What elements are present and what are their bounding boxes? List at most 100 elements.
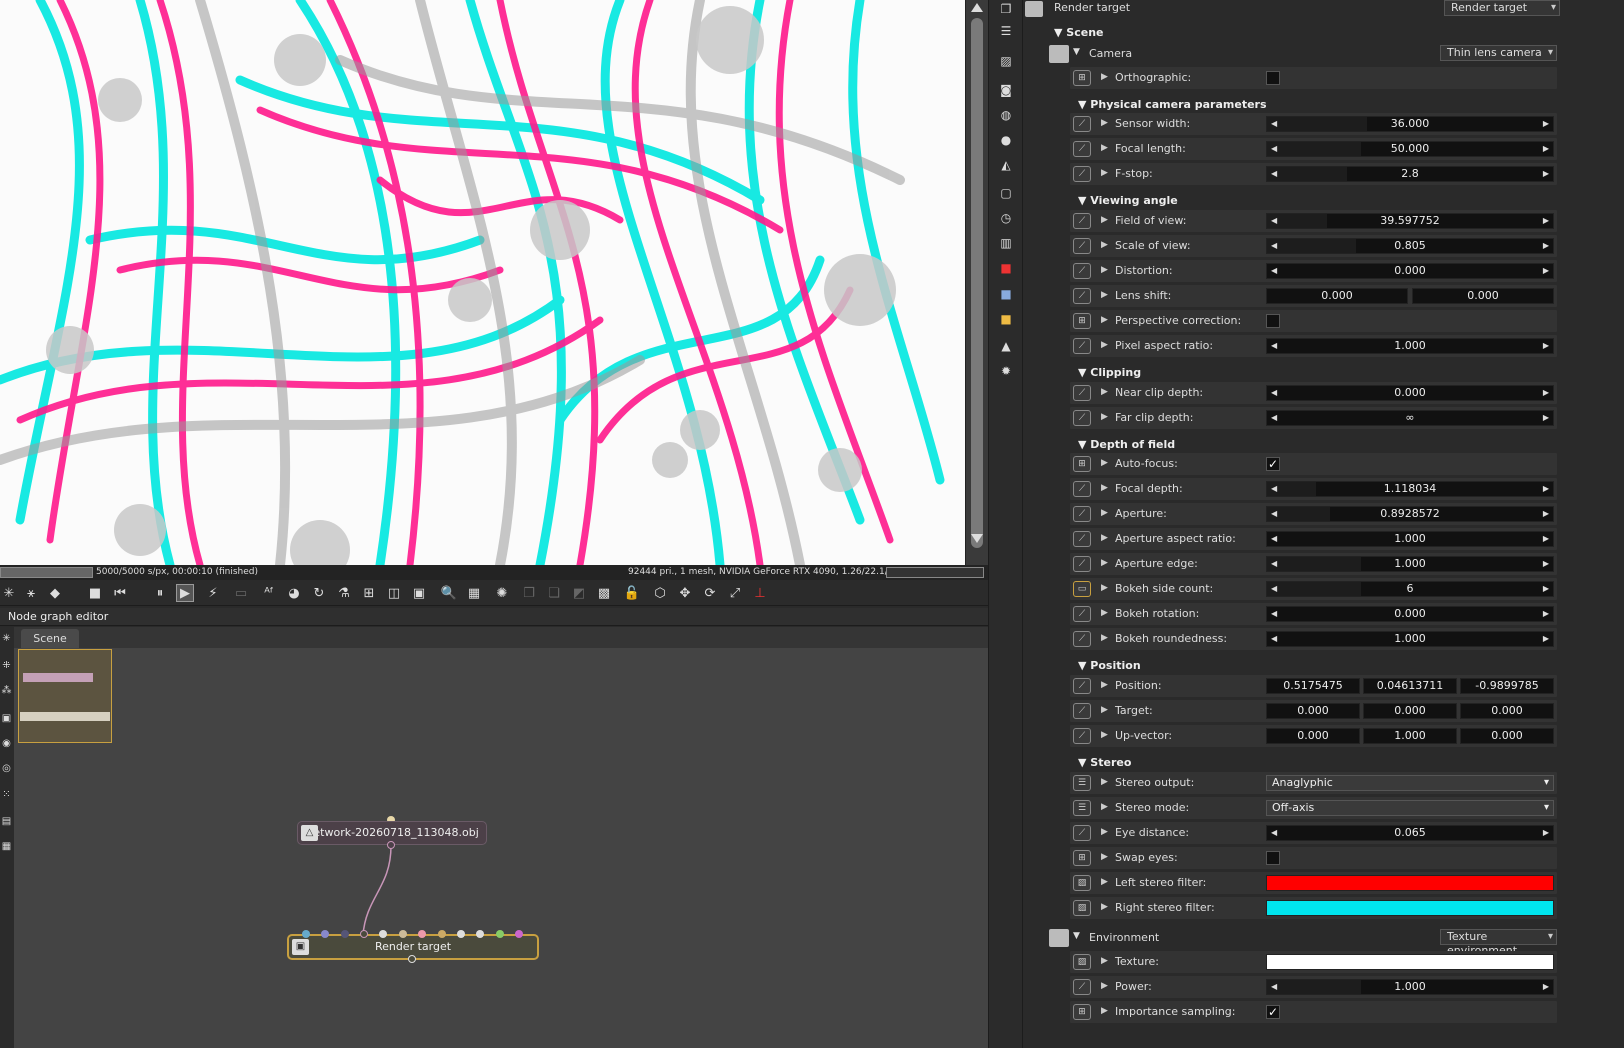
color-icon[interactable]: ▨ (1073, 954, 1091, 970)
grid-nodes-icon[interactable]: ⁂ (0, 685, 13, 698)
camera-icon[interactable]: ◙ (998, 82, 1014, 98)
expand-icon[interactable]: ▶ (1101, 956, 1108, 966)
bokeh-count-slider[interactable]: ◀ 6 ▶ (1266, 581, 1554, 597)
sphere-icon[interactable]: ● (998, 132, 1014, 148)
rt-pin-9[interactable] (457, 930, 465, 938)
far-clip-slider[interactable]: ◀ ∞ ▶ (1266, 410, 1554, 426)
lightning-icon[interactable]: ⚡ (204, 584, 222, 602)
inspector-scrollbar[interactable] (1613, 14, 1623, 1048)
up-z-field[interactable]: 0.000 (1460, 728, 1554, 744)
expand-icon[interactable]: ▶ (1101, 558, 1108, 568)
section-clipping[interactable]: ▼ Clipping (1078, 366, 1141, 379)
rt-pin-3[interactable] (341, 930, 349, 938)
checker-icon[interactable]: ▩ (595, 584, 613, 602)
expand-icon[interactable]: ▶ (1101, 583, 1108, 593)
aperture-ar-slider[interactable]: ◀ 1.000 ▶ (1266, 531, 1554, 547)
expand-icon[interactable]: ▶ (1101, 315, 1108, 325)
curve-icon[interactable]: ⟋ (1073, 385, 1091, 401)
image-icon[interactable]: ▲ (998, 338, 1014, 354)
box-icon[interactable]: ■ (998, 286, 1014, 302)
move-icon[interactable]: ✥ (676, 584, 694, 602)
expand-icon[interactable]: ▶ (1101, 730, 1108, 740)
expand-icon[interactable]: ▶ (1101, 802, 1108, 812)
rt-pin-mesh[interactable] (360, 930, 368, 938)
target-z-field[interactable]: 0.000 (1460, 703, 1554, 719)
swap-eyes-checkbox[interactable] (1266, 851, 1280, 865)
node-graph-canvas[interactable]: Scene △ Network-20260718_113048.obj ▣ Re… (14, 627, 988, 1048)
target-y-field[interactable]: 0.000 (1363, 703, 1457, 719)
curve-icon[interactable]: ⟋ (1073, 606, 1091, 622)
curve-icon[interactable]: ⟋ (1073, 531, 1091, 547)
section-viewing[interactable]: ▼ Viewing angle (1078, 194, 1178, 207)
focal-depth-slider[interactable]: ◀ 1.118034 ▶ (1266, 481, 1554, 497)
aperture-edge-slider[interactable]: ◀ 1.000 ▶ (1266, 556, 1554, 572)
lens-shift-x-field[interactable]: 0.000 (1266, 288, 1408, 304)
fullscreen-icon[interactable]: ⤢ (726, 584, 744, 602)
eye-distance-slider[interactable]: ◀ 0.065 ▶ (1266, 825, 1554, 841)
environment-type-dropdown[interactable]: Texture environment (1440, 929, 1557, 957)
scale-slider[interactable]: ◀ 0.805 ▶ (1266, 238, 1554, 254)
curve-icon[interactable]: ⟋ (1073, 238, 1091, 254)
fstop-slider[interactable]: ◀ 2.8 ▶ (1266, 166, 1554, 182)
color-icon[interactable]: ▨ (1073, 900, 1091, 916)
lock-region-icon[interactable]: ▭ (232, 584, 250, 602)
power-slider[interactable]: ◀ 1.000 ▶ (1266, 979, 1554, 995)
position-z-field[interactable]: -0.9899785 (1460, 678, 1554, 694)
curve-icon[interactable]: ⟋ (1073, 506, 1091, 522)
aperture-slider[interactable]: ◀ 0.8928572 ▶ (1266, 506, 1554, 522)
expand-icon[interactable]: ▶ (1101, 168, 1108, 178)
expand-icon[interactable]: ▶ (1101, 533, 1108, 543)
bokeh-rotation-slider[interactable]: ◀ 0.000 ▶ (1266, 606, 1554, 622)
near-clip-slider[interactable]: ◀ 0.000 ▶ (1266, 385, 1554, 401)
expand-icon[interactable]: ▶ (1101, 508, 1108, 518)
section-scene[interactable]: ▼ Scene (1054, 26, 1104, 39)
viewport-scrollbar[interactable] (965, 0, 988, 565)
curve-icon[interactable]: ⟋ (1073, 116, 1091, 132)
position-x-field[interactable]: 0.5175475 (1266, 678, 1360, 694)
expand-icon[interactable]: ▶ (1101, 608, 1108, 618)
graph-icon[interactable]: ▥ (998, 235, 1014, 251)
object-picker-icon[interactable]: ⊞ (360, 584, 378, 602)
expand-icon[interactable]: ▶ (1101, 827, 1108, 837)
rt-pin-5[interactable] (379, 930, 387, 938)
curve-icon[interactable]: ⟋ (1073, 728, 1091, 744)
stereo-output-select[interactable]: Anaglyphic (1266, 775, 1554, 791)
copy-icon[interactable]: ❐ (520, 584, 538, 602)
rt-pin-6[interactable] (399, 930, 407, 938)
graph-node-icon[interactable]: ⁙ (0, 789, 13, 802)
sun-icon[interactable]: ✹ (998, 363, 1014, 379)
sensor-width-slider[interactable]: ◀ 36.000 ▶ (1266, 116, 1554, 132)
cube-color-icon[interactable]: ◆ (46, 584, 64, 602)
expand-icon[interactable]: ▶ (1101, 483, 1108, 493)
axis-gizmo-icon[interactable]: ⊥ (751, 584, 769, 602)
expand-icon[interactable]: ▶ (1101, 777, 1108, 787)
distortion-slider[interactable]: ◀ 0.000 ▶ (1266, 263, 1554, 279)
lock-icon[interactable]: 🔓 (623, 584, 641, 602)
rt-pin-1[interactable] (302, 930, 310, 938)
right-filter-swatch[interactable] (1266, 900, 1554, 916)
orthographic-checkbox[interactable] (1266, 71, 1280, 85)
curve-icon[interactable]: ⟋ (1073, 288, 1091, 304)
curve-icon[interactable]: ⟋ (1073, 338, 1091, 354)
texture-node-icon[interactable]: ◎ (0, 763, 13, 776)
play-button[interactable]: ▶ (176, 584, 194, 602)
curve-icon[interactable]: ⟋ (1073, 556, 1091, 572)
picture-icon[interactable]: ▨ (998, 53, 1014, 69)
expand-icon[interactable]: ▶ (1101, 633, 1108, 643)
expand-icon[interactable]: ▶ (1101, 387, 1108, 397)
rt-pin-8[interactable] (438, 930, 446, 938)
image-node-icon[interactable]: ▣ (0, 713, 13, 726)
layers-icon[interactable]: ◩ (570, 584, 588, 602)
rt-output-pin[interactable] (408, 955, 416, 963)
expand-icon[interactable]: ▶ (1101, 902, 1108, 912)
color-icon[interactable]: ▨ (1073, 875, 1091, 891)
perspective-correction-checkbox[interactable] (1266, 314, 1280, 328)
clock-icon[interactable]: ◷ (998, 210, 1014, 226)
autofocus-checkbox[interactable]: ✓ (1266, 457, 1280, 471)
expand-icon[interactable]: ▶ (1101, 143, 1108, 153)
target-x-field[interactable]: 0.000 (1266, 703, 1360, 719)
expand-icon[interactable]: ▶ (1101, 265, 1108, 275)
windows-icon[interactable]: ❐ (998, 1, 1014, 17)
network-icon[interactable]: ⚹ (22, 584, 40, 602)
material-node-icon[interactable]: ◉ (0, 738, 13, 751)
